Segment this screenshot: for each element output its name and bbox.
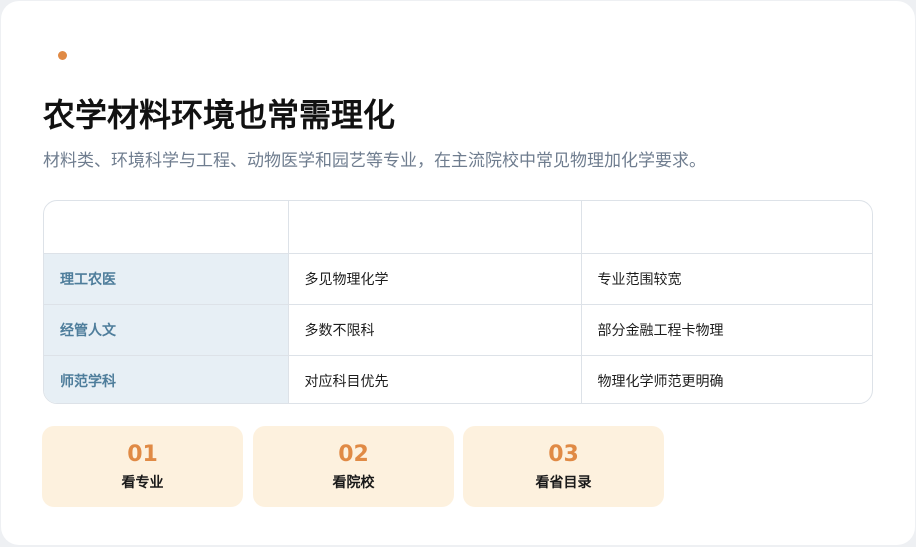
page-subtitle: 材料类、环境科学与工程、动物医学和园艺等专业，在主流院校中常见物理加化学要求。 bbox=[43, 151, 706, 171]
accent-dot-icon bbox=[58, 51, 67, 60]
row-note: 部分金融工程卡物理 bbox=[581, 304, 872, 356]
row-category: 师范学科 bbox=[44, 355, 289, 403]
step-label: 看院校 bbox=[332, 475, 375, 491]
row-requirement: 多数不限科 bbox=[288, 304, 582, 356]
row-requirement: 多见物理化学 bbox=[288, 253, 582, 305]
row-category: 理工农医 bbox=[44, 253, 289, 305]
requirement-table: 理工农医 多见物理化学 专业范围较宽 经管人文 多数不限科 部分金融工程卡物理 … bbox=[44, 201, 872, 403]
table-row: 理工农医 多见物理化学 专业范围较宽 bbox=[44, 253, 872, 305]
row-note: 物理化学师范更明确 bbox=[597, 374, 724, 390]
step-number: 02 bbox=[338, 442, 369, 467]
table-header-cell bbox=[44, 201, 289, 254]
table-row: 经管人文 多数不限科 部分金融工程卡物理 bbox=[44, 304, 872, 356]
table-header-row bbox=[44, 201, 872, 254]
step-card-major: 01 看专业 bbox=[42, 426, 243, 507]
table-header-cell bbox=[581, 201, 872, 254]
subject-requirement-table: 理工农医 多见物理化学 专业范围较宽 经管人文 多数不限科 部分金融工程卡物理 … bbox=[43, 200, 873, 404]
row-note: 专业范围较宽 bbox=[581, 253, 872, 305]
table-header-cell bbox=[288, 201, 582, 254]
content-card: 农学材料环境也常需理化 材料类、环境科学与工程、动物医学和园艺等专业，在主流院校… bbox=[1, 1, 915, 545]
step-card-school: 02 看院校 bbox=[253, 426, 454, 507]
step-card-province: 03 看省目录 bbox=[463, 426, 664, 507]
page-title: 农学材料环境也常需理化 bbox=[43, 96, 396, 134]
step-label: 看专业 bbox=[121, 475, 164, 491]
row-requirement: 对应科目优先 bbox=[288, 355, 582, 403]
step-number: 03 bbox=[548, 442, 579, 467]
step-number: 01 bbox=[127, 442, 158, 467]
table-row: 师范学科 对应科目优先 物理化学师范更明确 bbox=[44, 355, 872, 403]
step-label: 看省目录 bbox=[535, 475, 592, 491]
row-category: 经管人文 bbox=[44, 304, 289, 356]
